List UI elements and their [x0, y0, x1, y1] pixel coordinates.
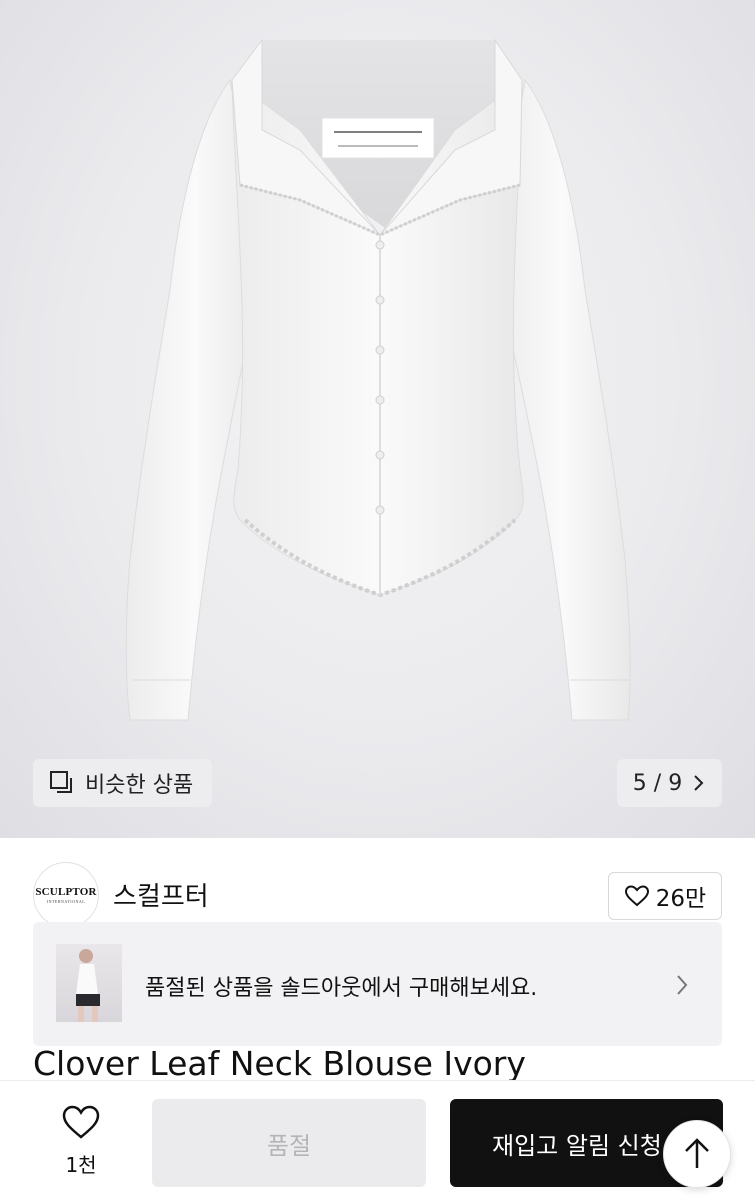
seller-logo[interactable]: SCULPTOR INTERNATIONAL	[33, 862, 99, 928]
restock-alert-label: 재입고 알림 신청	[492, 1131, 662, 1160]
chevron-right-icon	[692, 773, 706, 793]
seller-name[interactable]: 스컬프터	[113, 876, 209, 913]
chevron-right-icon	[677, 975, 688, 995]
arrow-up-icon	[685, 1138, 709, 1168]
seller-like-count: 26만	[655, 886, 707, 912]
wishlist-count: 1천	[65, 1153, 97, 1177]
seller-logo-text: SCULPTOR	[35, 886, 97, 898]
seller-logo-subtext: INTERNATIONAL	[46, 899, 86, 904]
scroll-to-top-button[interactable]	[663, 1120, 731, 1188]
wishlist-button[interactable]: 1천	[56, 1103, 106, 1183]
similar-items-label: 비슷한 상품	[85, 773, 194, 798]
similar-items-icon	[49, 770, 75, 796]
heart-outline-icon	[62, 1105, 100, 1139]
product-title: Clover Leaf Neck Blouse Ivory	[33, 1044, 526, 1083]
soldout-button: 품절	[152, 1099, 426, 1187]
banner-thumbnail	[56, 944, 122, 1022]
blouse-photo	[125, 38, 631, 721]
seller-like-button[interactable]: 26만	[608, 872, 722, 920]
banner-text: 품절된 상품을 솔드아웃에서 구매해보세요.	[145, 976, 538, 1001]
product-image[interactable]: 비슷한 상품 5 / 9	[0, 0, 755, 838]
heart-outline-icon	[624, 884, 650, 908]
soldout-promo-banner[interactable]: 품절된 상품을 솔드아웃에서 구매해보세요.	[33, 922, 722, 1046]
image-pager[interactable]: 5 / 9	[617, 759, 722, 807]
similar-items-button[interactable]: 비슷한 상품	[33, 759, 212, 807]
pager-text: 5 / 9	[632, 770, 683, 796]
product-detail-page: 비슷한 상품 5 / 9 SCULPTOR INTERNATIONAL 스컬프터…	[0, 0, 755, 1200]
